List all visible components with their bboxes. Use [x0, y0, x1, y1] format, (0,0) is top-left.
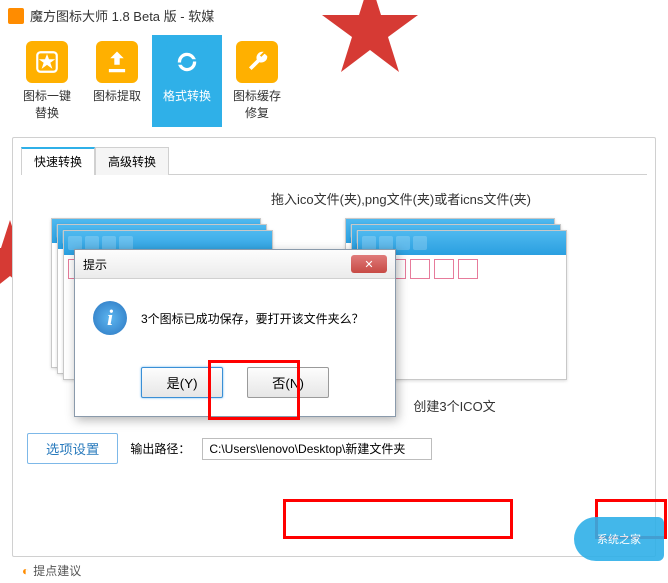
- output-path-input[interactable]: [202, 438, 432, 460]
- bulb-icon: ◐: [22, 564, 29, 578]
- tab-bar: 快速转换 高级转换: [21, 146, 647, 175]
- dialog-no-button[interactable]: 否(N): [247, 367, 329, 398]
- main-toolbar: 图标一键 替换 图标提取 格式转换 图标缓存 修复: [0, 31, 668, 137]
- tab-quick-convert[interactable]: 快速转换: [21, 147, 95, 175]
- refresh-icon: [166, 41, 208, 83]
- dialog-title: 提示: [83, 256, 107, 273]
- dialog-close-button[interactable]: ✕: [351, 255, 387, 273]
- bottom-controls: 选项设置 输出路径：: [21, 433, 647, 464]
- dialog-message: 3个图标已成功保存，要打开该文件夹么？: [141, 310, 364, 327]
- info-icon: i: [93, 301, 127, 335]
- confirm-dialog: 提示 ✕ i 3个图标已成功保存，要打开该文件夹么？ 是(Y) 否(N): [74, 249, 396, 417]
- output-path-label: 输出路径：: [130, 440, 190, 457]
- drag-hint-text: 拖入ico文件(夹),png文件(夹)或者icns文件(夹): [271, 189, 647, 208]
- title-bar: 魔方图标大师 1.8 Beta 版 - 软媒: [0, 0, 668, 31]
- dialog-yes-button[interactable]: 是(Y): [141, 367, 223, 398]
- upload-icon: [96, 41, 138, 83]
- window-title: 魔方图标大师 1.8 Beta 版 - 软媒: [30, 6, 214, 25]
- footer-suggestion[interactable]: ◐ 提点建议: [22, 562, 81, 579]
- app-logo-icon: [8, 8, 24, 24]
- tool-icon-extract[interactable]: 图标提取: [82, 35, 152, 127]
- watermark: 系统之家: [574, 517, 664, 561]
- tool-cache-repair[interactable]: 图标缓存 修复: [222, 35, 292, 127]
- tool-format-convert[interactable]: 格式转换: [152, 35, 222, 127]
- wrench-icon: [236, 41, 278, 83]
- star-badge-icon: [26, 41, 68, 83]
- tab-advanced-convert[interactable]: 高级转换: [95, 147, 169, 175]
- options-button[interactable]: 选项设置: [27, 433, 118, 464]
- tool-icon-replace[interactable]: 图标一键 替换: [12, 35, 82, 127]
